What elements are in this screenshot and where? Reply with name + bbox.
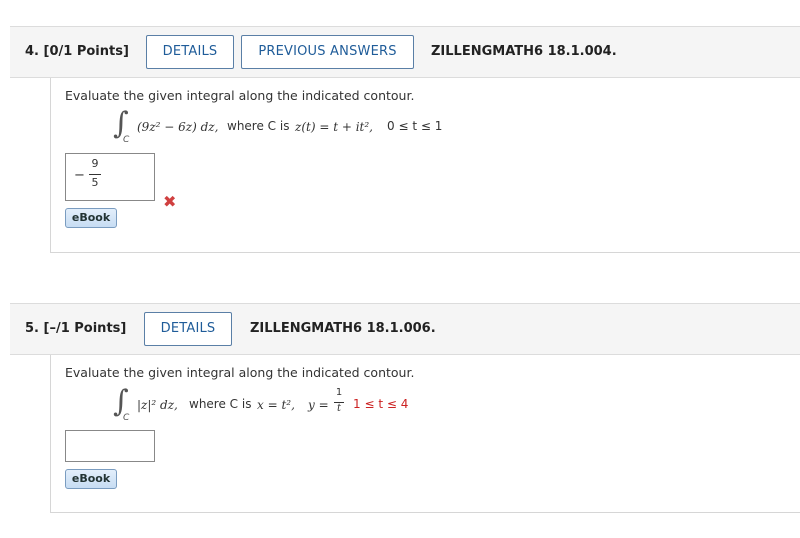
integral-subscript: C: [123, 413, 130, 423]
parameter-range: 0 ≤ t ≤ 1: [387, 119, 443, 133]
answer-fraction-line: [89, 174, 101, 175]
answer-sign: −: [74, 168, 85, 183]
integrand: |z|² dz,: [137, 398, 178, 412]
question-5-body: Evaluate the given integral along the in…: [50, 355, 800, 513]
details-button[interactable]: DETAILS: [144, 312, 232, 346]
ebook-button[interactable]: eBook: [65, 208, 117, 228]
question-5-reference: ZILLENGMATH6 18.1.006.: [250, 321, 436, 336]
question-4-points: 4. [0/1 Points]: [25, 44, 129, 59]
ebook-button[interactable]: eBook: [65, 469, 117, 489]
question-4-prompt: Evaluate the given integral along the in…: [65, 88, 415, 103]
question-4-body: Evaluate the given integral along the in…: [50, 78, 800, 253]
question-5-points: 5. [–/1 Points]: [25, 321, 127, 336]
previous-answers-button[interactable]: PREVIOUS ANSWERS: [241, 35, 414, 69]
contour-y-expression: y =: [308, 398, 329, 412]
contour-x-expression: x = t²,: [257, 398, 295, 412]
y-numerator: 1: [335, 387, 343, 398]
question-5-header: 5. [–/1 Points] DETAILS ZILLENGMATH6 18.…: [10, 303, 800, 355]
question-4-header: 4. [0/1 Points] DETAILS PREVIOUS ANSWERS…: [10, 26, 800, 78]
integral-subscript: C: [123, 135, 130, 145]
answer-numerator: 9: [91, 157, 99, 170]
where-text: where C is: [227, 119, 290, 133]
details-button[interactable]: DETAILS: [146, 35, 234, 69]
contour-expression: z(t) = t + it²,: [295, 120, 373, 134]
incorrect-x-icon: ✖: [163, 192, 177, 211]
parameter-range: 1 ≤ t ≤ 4: [353, 397, 409, 411]
answer-denominator: 5: [91, 176, 99, 189]
where-text: where C is: [189, 397, 252, 411]
answer-box[interactable]: [65, 430, 155, 462]
y-denominator: t: [336, 403, 342, 414]
integrand: (9z² − 6z) dz,: [137, 120, 219, 134]
question-4-reference: ZILLENGMATH6 18.1.004.: [431, 44, 617, 59]
answer-box[interactable]: − 9 5: [65, 153, 155, 201]
question-5-prompt: Evaluate the given integral along the in…: [65, 365, 415, 380]
